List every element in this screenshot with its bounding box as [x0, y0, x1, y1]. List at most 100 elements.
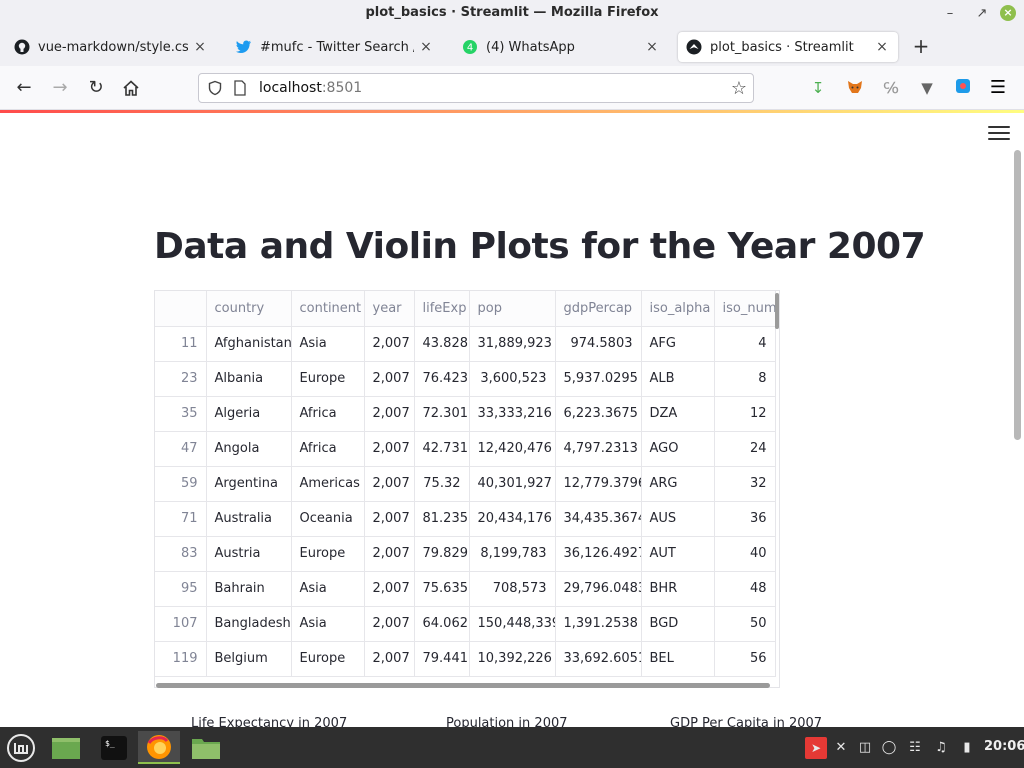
table-cell[interactable]: Europe — [291, 641, 365, 677]
column-header[interactable]: iso_alpha — [641, 291, 715, 327]
table-cell[interactable]: AFG — [641, 326, 715, 362]
table-cell[interactable]: Austria — [206, 536, 292, 572]
download-icon[interactable]: ↧ — [808, 78, 828, 98]
table-cell[interactable]: 150,448,339 — [469, 606, 556, 642]
table-cell[interactable]: Asia — [291, 326, 365, 362]
table-cell[interactable]: ALB — [641, 361, 715, 397]
table-cell[interactable]: 79.829 — [414, 536, 470, 572]
table-cell[interactable]: 2,007 — [364, 571, 415, 607]
column-header[interactable]: gdpPercap — [555, 291, 642, 327]
table-row[interactable]: 11 Afghanistan Asia 2,007 43.828 31,889,… — [155, 326, 776, 362]
table-cell[interactable]: BGD — [641, 606, 715, 642]
new-tab-button[interactable]: + — [910, 36, 932, 58]
table-cell[interactable]: 36,126.4927 — [555, 536, 642, 572]
forward-arrow-icon[interactable]: → — [48, 76, 72, 100]
translate-extension-icon[interactable]: ℅ — [881, 78, 901, 98]
table-cell[interactable]: 974.5803 — [555, 326, 642, 362]
table-cell[interactable]: 2,007 — [364, 501, 415, 537]
table-cell[interactable]: 2,007 — [364, 431, 415, 467]
table-cell[interactable]: Bangladesh — [206, 606, 292, 642]
table-cell[interactable]: Oceania — [291, 501, 365, 537]
terminal-icon[interactable]: $_ — [96, 731, 132, 764]
table-row[interactable]: 71 Australia Oceania 2,007 81.235 20,434… — [155, 501, 776, 537]
table-cell[interactable]: Africa — [291, 431, 365, 467]
table-cell[interactable]: 33,333,216 — [469, 396, 556, 432]
address-bar[interactable]: localhost:8501 ☆ — [198, 73, 754, 103]
table-cell[interactable]: 12,420,476 — [469, 431, 556, 467]
table-row[interactable]: 107 Bangladesh Asia 2,007 64.062 150,448… — [155, 606, 776, 642]
table-cell[interactable]: 2,007 — [364, 536, 415, 572]
table-cell[interactable]: Australia — [206, 501, 292, 537]
table-cell[interactable]: 6,223.3675 — [555, 396, 642, 432]
table-cell[interactable]: 12 — [714, 396, 776, 432]
dataframe-vertical-scrollbar[interactable] — [775, 293, 779, 329]
column-header[interactable]: continent — [291, 291, 365, 327]
table-cell[interactable]: Asia — [291, 606, 365, 642]
column-header[interactable]: lifeExp — [414, 291, 470, 327]
table-cell[interactable]: BEL — [641, 641, 715, 677]
shield-icon[interactable] — [207, 80, 223, 100]
table-cell[interactable]: Algeria — [206, 396, 292, 432]
tab-close-icon[interactable]: × — [874, 39, 890, 55]
column-header[interactable]: pop — [469, 291, 556, 327]
table-cell[interactable]: 64.062 — [414, 606, 470, 642]
table-row[interactable]: 47 Angola Africa 2,007 42.731 12,420,476… — [155, 431, 776, 467]
table-cell[interactable]: Europe — [291, 361, 365, 397]
table-cell[interactable]: 24 — [714, 431, 776, 467]
table-cell[interactable]: Albania — [206, 361, 292, 397]
page-scrollbar[interactable] — [1014, 150, 1021, 440]
table-cell[interactable]: 48 — [714, 571, 776, 607]
table-cell[interactable]: 8,199,783 — [469, 536, 556, 572]
table-cell[interactable]: 42.731 — [414, 431, 470, 467]
table-cell[interactable]: 75.32 — [414, 466, 470, 502]
table-cell[interactable]: 20,434,176 — [469, 501, 556, 537]
table-cell[interactable]: 72.301 — [414, 396, 470, 432]
table-row[interactable]: 35 Algeria Africa 2,007 72.301 33,333,21… — [155, 396, 776, 432]
table-cell[interactable]: 2,007 — [364, 361, 415, 397]
streamlit-main-menu-icon[interactable] — [988, 126, 1010, 144]
show-desktop-icon[interactable] — [48, 731, 84, 764]
metamask-fox-icon[interactable] — [845, 78, 865, 98]
tab-close-icon[interactable]: × — [644, 39, 660, 55]
clock[interactable]: 20:06 — [984, 739, 1024, 754]
hamburger-menu-icon[interactable]: ☰ — [988, 78, 1008, 98]
table-cell[interactable]: 36 — [714, 501, 776, 537]
shield-tray-icon[interactable]: ◯ — [880, 739, 898, 757]
table-cell[interactable]: 40,301,927 — [469, 466, 556, 502]
table-cell[interactable]: 2,007 — [364, 641, 415, 677]
table-cell[interactable]: 12,779.3796 — [555, 466, 642, 502]
back-arrow-icon[interactable]: ← — [12, 76, 36, 100]
table-cell[interactable]: 50 — [714, 606, 776, 642]
table-row[interactable]: 119 Belgium Europe 2,007 79.441 10,392,2… — [155, 641, 776, 677]
column-header[interactable] — [155, 291, 207, 327]
reload-icon[interactable]: ↻ — [84, 76, 108, 100]
clipboard-icon[interactable]: ◫ — [856, 739, 874, 757]
table-cell[interactable]: 81.235 — [414, 501, 470, 537]
tab-github[interactable]: vue-markdown/style.css at m × — [6, 32, 216, 62]
table-cell[interactable]: Europe — [291, 536, 365, 572]
table-cell[interactable]: Argentina — [206, 466, 292, 502]
table-row[interactable]: 23 Albania Europe 2,007 76.423 3,600,523… — [155, 361, 776, 397]
table-row[interactable]: 59 Argentina Americas 2,007 75.32 40,301… — [155, 466, 776, 502]
table-cell[interactable]: 5,937.0295 — [555, 361, 642, 397]
minimize-button[interactable]: – — [940, 4, 960, 24]
tab-twitter[interactable]: #mufc - Twitter Search / Twit × — [228, 32, 442, 62]
table-cell[interactable]: 10,392,226 — [469, 641, 556, 677]
table-cell[interactable]: Belgium — [206, 641, 292, 677]
table-cell[interactable]: Africa — [291, 396, 365, 432]
tab-whatsapp[interactable]: 4 (4) WhatsApp × — [454, 32, 668, 62]
table-cell[interactable]: 29,796.0483 — [555, 571, 642, 607]
table-cell[interactable]: 8 — [714, 361, 776, 397]
tab-close-icon[interactable]: × — [418, 39, 434, 55]
maximize-button[interactable]: ↗ — [972, 4, 992, 24]
table-cell[interactable]: 2,007 — [364, 606, 415, 642]
anydesk-icon[interactable]: ➤ — [805, 737, 827, 759]
url-text[interactable]: localhost:8501 — [259, 80, 362, 96]
home-icon[interactable] — [119, 76, 143, 100]
table-cell[interactable]: Americas — [291, 466, 365, 502]
table-row[interactable]: 83 Austria Europe 2,007 79.829 8,199,783… — [155, 536, 776, 572]
firefox-taskbar-button[interactable] — [138, 731, 180, 764]
table-cell[interactable]: Asia — [291, 571, 365, 607]
file-manager-icon[interactable] — [188, 731, 224, 764]
tab-close-icon[interactable]: × — [192, 39, 208, 55]
